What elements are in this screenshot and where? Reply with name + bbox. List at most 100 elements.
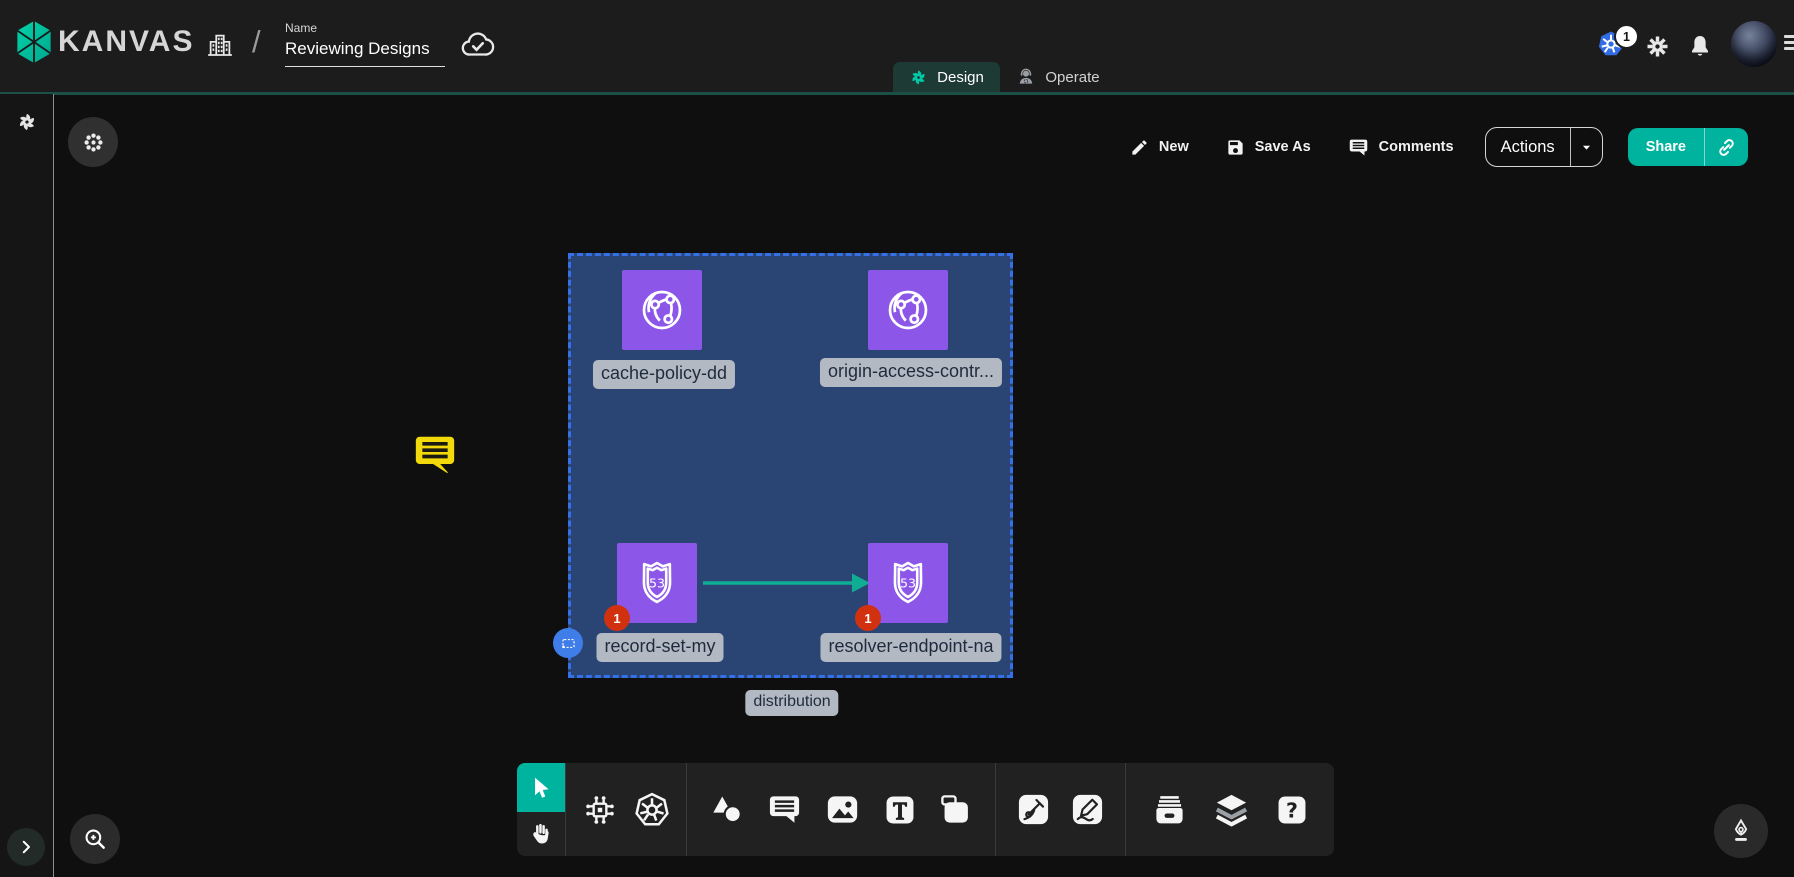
copy-link-button[interactable] (1705, 128, 1748, 166)
kubernetes-components-tool[interactable] (633, 791, 671, 829)
node-origin-access-control[interactable] (868, 270, 948, 350)
group-selection-handle[interactable] (553, 628, 583, 658)
new-button[interactable]: New (1124, 137, 1195, 158)
pan-tool-button[interactable] (517, 812, 565, 856)
node-label-cache-policy[interactable]: cache-policy-dd (593, 360, 735, 389)
note-tool[interactable] (938, 792, 973, 827)
actions-dropdown-button[interactable] (1571, 128, 1602, 166)
overflow-menu-button[interactable] (1784, 35, 1794, 50)
cloudfront-globe-icon (882, 284, 934, 336)
save-as-button-label: Save As (1255, 139, 1311, 155)
cloud-sync-icon (459, 26, 496, 63)
save-as-button[interactable]: Save As (1220, 137, 1317, 158)
comments-button[interactable]: Comments (1342, 136, 1460, 159)
user-avatar[interactable] (1731, 21, 1777, 67)
kubernetes-count-badge[interactable]: 1 (1614, 24, 1639, 49)
settings-button[interactable] (1645, 34, 1670, 59)
toolbox-section-annotation (686, 763, 995, 856)
brand-name: KANVAS (58, 25, 194, 59)
help-tool[interactable] (1275, 793, 1309, 827)
notifications-button[interactable] (1687, 33, 1713, 59)
tab-design-label: Design (937, 69, 984, 86)
tab-operate[interactable]: Operate (1000, 62, 1116, 92)
gear-icon (1645, 34, 1670, 59)
tab-operate-label: Operate (1045, 69, 1099, 86)
name-field-label: Name (285, 21, 445, 35)
menu-icon (1784, 35, 1794, 38)
meshsync-status-button[interactable] (68, 117, 118, 167)
share-split-button: Share (1628, 128, 1748, 166)
node-error-badge[interactable]: 1 (855, 605, 881, 631)
tab-design[interactable]: Design (893, 62, 1000, 92)
actions-button[interactable]: Actions (1486, 128, 1570, 166)
toolbox (517, 763, 1334, 856)
pen-tool[interactable] (1016, 792, 1051, 827)
pen-tool-icon (1016, 792, 1051, 827)
select-tool-button[interactable] (517, 763, 565, 812)
shapes-icon (709, 791, 746, 828)
kanvas-logo-icon (13, 19, 55, 65)
chevron-right-icon (17, 838, 35, 856)
cloud-sync-button[interactable] (459, 26, 496, 63)
design-name-field: Name (285, 21, 445, 67)
shapes-tool[interactable] (709, 791, 746, 828)
text-icon (883, 793, 917, 827)
node-resolver-endpoint[interactable]: 1 (868, 543, 948, 623)
comments-button-label: Comments (1379, 139, 1454, 155)
layers-tool[interactable] (1213, 791, 1250, 828)
cursor-icon (528, 775, 554, 801)
sidebar-expand-button[interactable] (7, 828, 45, 866)
building-icon (205, 30, 235, 60)
pointer-tool-group (517, 763, 565, 856)
design-spiral-icon (909, 68, 928, 87)
pencil-icon (1130, 138, 1149, 157)
circuit-icon (581, 791, 619, 829)
kanvas-app: KANVAS / Name Design Operate (0, 0, 1794, 877)
link-icon (1716, 137, 1737, 158)
app-header: KANVAS / Name Design Operate (0, 0, 1794, 92)
share-button[interactable]: Share (1628, 128, 1704, 166)
image-tool[interactable] (824, 791, 861, 828)
save-icon (1226, 138, 1245, 157)
route53-shield-icon (630, 556, 684, 610)
cloudfront-globe-icon (636, 284, 688, 336)
canvas-action-bar: New Save As Comments Actions Share (1124, 128, 1748, 166)
pen-nib-icon (1727, 817, 1755, 845)
node-label-record-set[interactable]: record-set-my (596, 633, 723, 662)
node-error-badge[interactable]: 1 (604, 605, 630, 631)
text-tool[interactable] (883, 793, 917, 827)
whiteboarding-button[interactable] (1714, 804, 1768, 858)
group-label-distribution[interactable]: distribution (745, 690, 838, 716)
doodle-tool[interactable] (1070, 792, 1105, 827)
comment-marker-icon (412, 431, 458, 477)
architecture-components-tool[interactable] (581, 791, 619, 829)
node-label-resolver-endpoint[interactable]: resolver-endpoint-na (820, 633, 1001, 662)
hand-icon (528, 821, 554, 847)
comment-icon (767, 792, 802, 827)
sidebar-meshery-item[interactable] (16, 111, 38, 133)
organization-button[interactable] (205, 30, 235, 60)
comment-tool[interactable] (767, 792, 802, 827)
canvas-comment-marker[interactable] (412, 431, 458, 477)
node-cache-policy[interactable] (622, 270, 702, 350)
caret-down-icon (1578, 139, 1595, 156)
drawer-tool[interactable] (1151, 791, 1188, 828)
zoom-in-icon (82, 826, 108, 852)
left-sidebar (0, 94, 54, 877)
toolbox-section-draw (995, 763, 1125, 856)
design-name-input[interactable] (285, 37, 445, 67)
header-divider (0, 92, 1794, 95)
actions-split-button: Actions (1485, 127, 1603, 167)
image-icon (824, 791, 861, 828)
route53-shield-icon (881, 556, 935, 610)
note-icon (938, 792, 973, 827)
doodle-icon (1070, 792, 1105, 827)
mode-tabs: Design Operate (893, 62, 1116, 92)
node-label-origin-access-control[interactable]: origin-access-contr... (820, 358, 1002, 387)
kubernetes-wheel-icon (633, 791, 671, 829)
selected-group-distribution[interactable]: cache-policy-dd origin-access-contr... 1… (568, 253, 1013, 678)
spiral-icon (16, 111, 38, 133)
toolbox-section-components (565, 763, 686, 856)
zoom-in-button[interactable] (70, 814, 120, 864)
node-record-set[interactable]: 1 (617, 543, 697, 623)
